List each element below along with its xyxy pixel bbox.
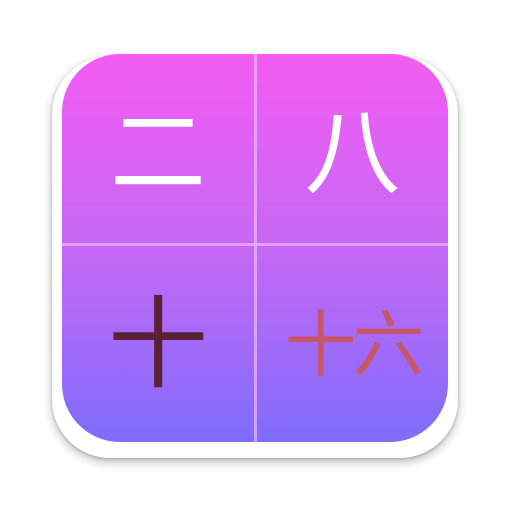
glyph-two: 二 bbox=[110, 96, 206, 209]
app-icon[interactable]: 二 八 十 十六 bbox=[62, 54, 448, 442]
glyph-sixteen: 十六 bbox=[284, 303, 424, 387]
glyph-eight: 八 bbox=[304, 96, 401, 209]
cell-bottom-right: 十六 bbox=[257, 246, 448, 442]
cell-top-right: 八 bbox=[257, 54, 448, 243]
cell-top-left: 二 bbox=[62, 54, 254, 243]
cell-bottom-left: 十 bbox=[62, 246, 254, 442]
glyph-ten: 十 bbox=[108, 286, 208, 403]
app-icon-canvas: 二 八 十 十六 bbox=[0, 0, 512, 512]
